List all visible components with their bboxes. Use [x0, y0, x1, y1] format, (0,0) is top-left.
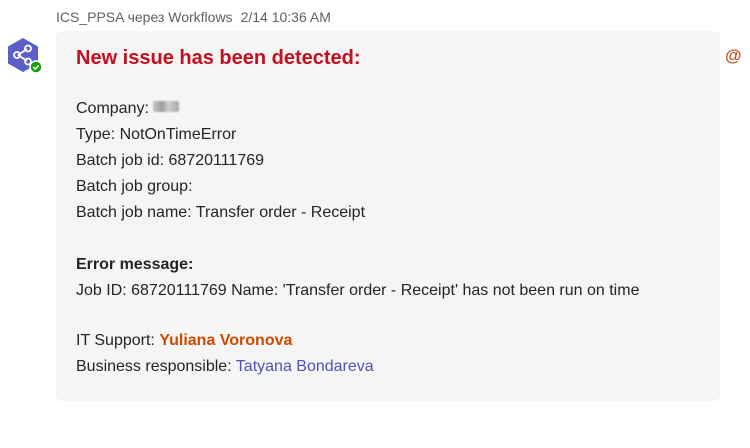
workflows-share-icon [8, 38, 42, 74]
chat-message-page: ICS_PPSA через Workflows 2/14 10:36 AM Ne… [0, 0, 750, 448]
company-line: Company: [76, 99, 179, 119]
message-time: 10:36 AM [271, 9, 331, 25]
company-label: Company: [76, 100, 149, 117]
error-heading: Error message: [76, 256, 194, 273]
error-text: Job ID: 68720111769 Name: 'Transfer orde… [76, 282, 640, 299]
batch-name-line: Batch job name: Transfer order - Receipt [76, 204, 366, 221]
avatar[interactable] [4, 36, 42, 74]
redacted-company-value [152, 101, 179, 112]
message-date: 2/14 [240, 9, 268, 25]
sender-name[interactable]: ICS_PPSA через Workflows [56, 9, 233, 25]
it-support-mention[interactable]: Yuliana Voronova [159, 332, 292, 349]
mention-icon: @ [725, 46, 742, 65]
business-responsible-mention[interactable]: Tatyana Bondareva [236, 358, 374, 375]
message-header: ICS_PPSA через Workflows 2/14 10:36 AM [56, 9, 331, 25]
message-bubble[interactable]: New issue has been detected: Company: Ty… [56, 31, 720, 401]
it-support-line: IT Support: Yuliana Voronova [76, 331, 292, 351]
type-line: Type: NotOnTimeError [76, 126, 237, 143]
online-check-icon [29, 60, 42, 74]
batch-group-line: Batch job group: [76, 178, 193, 195]
business-line: Business responsible: Tatyana Bondareva [76, 357, 374, 377]
message-title: New issue has been detected: [76, 47, 361, 69]
batch-id-line: Batch job id: 68720111769 [76, 152, 265, 169]
business-label: Business responsible: [76, 358, 236, 375]
it-support-label: IT Support: [76, 332, 160, 349]
